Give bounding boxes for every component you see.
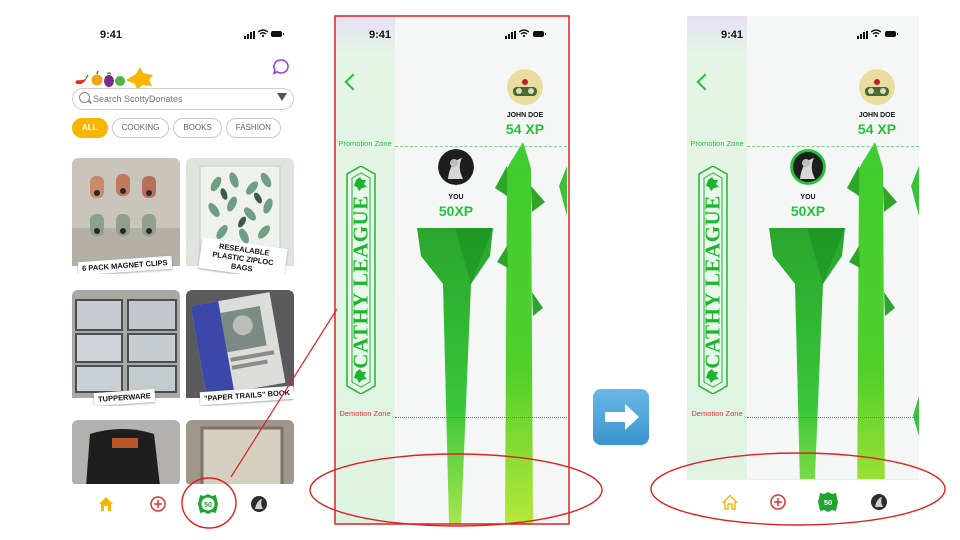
player-avatar-john-doe[interactable] [859, 69, 895, 105]
listing-photo [72, 290, 180, 398]
listing-photo [72, 420, 180, 486]
battery-icon [271, 31, 284, 37]
listing-photo [186, 290, 294, 398]
search-input[interactable] [93, 91, 263, 106]
demotion-zone-label: Demotion Zone [339, 409, 391, 418]
leaderboard-screen-before: 9:41 Promotion Zone Demotion Zone CATHY … [335, 16, 567, 524]
search-icon [79, 92, 90, 103]
home-screen: 9:41 ALLCOOKINGBOOKSFASHION [62, 16, 312, 526]
status-time: 9:41 [721, 29, 744, 41]
profile-avatar-icon[interactable] [870, 493, 888, 511]
status-bar: 9:41 [62, 16, 312, 50]
listing-card-ziploc-bags[interactable]: RESEALABLE PLASTIC ZIPLOC BAGS [186, 158, 294, 274]
chip-cooking[interactable]: COOKING [111, 118, 170, 138]
home-icon[interactable] [722, 494, 738, 510]
add-icon[interactable] [149, 495, 167, 513]
chip-fashion[interactable]: FASHION [225, 118, 281, 138]
listing-title: TUPPERWARE [93, 388, 156, 406]
xp-badge-icon[interactable]: 50 [817, 491, 839, 513]
wifi-icon [258, 29, 268, 37]
leaderboard-screen-after: 9:41 Promotion Zone Demotion Zone CATHY … [687, 16, 919, 524]
chat-icon[interactable] [270, 56, 292, 78]
promotion-line [395, 146, 567, 147]
chip-books[interactable]: BOOKS [173, 118, 222, 138]
player-xp: 50XP [790, 203, 826, 219]
xp-badge-value: 50 [204, 502, 212, 509]
player-name: JOHN DOE [858, 112, 896, 119]
xp-badge-value: 50 [824, 498, 832, 507]
listing-card[interactable] [186, 420, 294, 486]
profile-avatar-icon[interactable] [250, 495, 268, 513]
status-time: 9:41 [100, 29, 123, 41]
player-name: JOHN DOE [506, 112, 544, 119]
player-xp: 54 XP [505, 121, 545, 137]
tab-bar: 50 [62, 484, 312, 526]
player-avatar-john-doe[interactable] [507, 69, 543, 105]
category-chips: ALL COOKING BOOKS FASHION [72, 118, 312, 140]
demotion-zone-label: Demotion Zone [691, 409, 743, 418]
player-xp: 54 XP [857, 121, 897, 137]
league-name: CATHY LEAGUE [700, 195, 725, 369]
home-icon[interactable] [98, 496, 114, 512]
demotion-line [747, 417, 919, 418]
promotion-zone-label: Promotion Zone [690, 139, 744, 148]
filter-icon[interactable] [277, 93, 287, 101]
player-avatar-you[interactable] [438, 149, 474, 185]
player-xp: 50XP [438, 203, 474, 219]
player-name: YOU [448, 194, 464, 201]
demotion-line [395, 417, 567, 418]
listing-card-paper-trails-book[interactable]: "PAPER TRAILS" BOOK [186, 290, 294, 406]
status-time: 9:41 [369, 29, 392, 41]
promotion-zone-label: Promotion Zone [338, 139, 392, 148]
promotion-line [747, 146, 919, 147]
player-name: YOU [800, 194, 816, 201]
listing-card[interactable] [72, 420, 180, 486]
player-avatar-you[interactable] [790, 149, 826, 185]
arrow-right-icon [593, 389, 649, 445]
listing-photo [72, 158, 180, 266]
listing-photo [186, 420, 294, 486]
xp-badge-icon[interactable]: 50 [197, 493, 219, 515]
league-name: CATHY LEAGUE [348, 195, 373, 369]
signal-icon [244, 31, 255, 39]
chip-all[interactable]: ALL [72, 118, 108, 138]
add-icon[interactable] [769, 493, 787, 511]
tab-bar: 50 [687, 479, 919, 524]
search-bar[interactable] [72, 88, 294, 110]
listing-card-tupperware[interactable]: TUPPERWARE [72, 290, 180, 406]
listing-card-magnet-clips[interactable]: 6 PACK MAGNET CLIPS [72, 158, 180, 274]
